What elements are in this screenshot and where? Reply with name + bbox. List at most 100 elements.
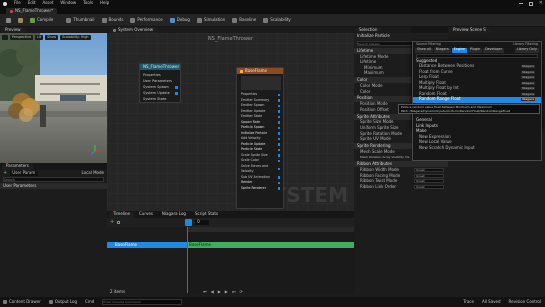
selection-title: Initialize Particle — [354, 33, 448, 40]
timeline-track-row[interactable]: BaseFlame — [107, 242, 187, 248]
skip-back-icon[interactable]: ⏮ — [203, 290, 207, 295]
viewport-menu-button[interactable] — [2, 35, 8, 40]
compile-button[interactable]: Compile — [27, 16, 56, 24]
show-button[interactable]: Show — [45, 35, 59, 40]
emitter-row-checkbox[interactable] — [277, 93, 280, 96]
emitter-node-row[interactable]: Sprite Renderer — [241, 186, 280, 192]
source-filter-tabs: Show all Niagara Engine Plugin Developer… — [413, 47, 541, 53]
emitter-row-checkbox[interactable] — [277, 159, 280, 162]
add-parameter-button[interactable]: + — [3, 170, 7, 177]
tab-script-stats[interactable]: Script Stats — [191, 212, 222, 218]
property-value[interactable]: Unset — [414, 184, 444, 189]
property-label: Maximum — [364, 70, 384, 76]
emitter-row-checkbox[interactable] — [277, 143, 280, 146]
playhead[interactable] — [187, 227, 188, 293]
emitter-row-checkbox[interactable] — [277, 132, 280, 135]
minimize-icon[interactable] — [518, 3, 523, 5]
timeline-area[interactable]: BaseFlame — [187, 227, 354, 293]
baseline-button[interactable]: Baseline — [229, 16, 259, 24]
menu-item-new-scratch-input[interactable]: New Scratch Dynamic Input — [413, 145, 541, 152]
emitter-row-checkbox[interactable] — [277, 176, 280, 179]
console-command-input[interactable] — [102, 299, 183, 305]
simulation-label: Simulation — [203, 16, 226, 22]
browse-button[interactable] — [15, 16, 26, 24]
tab-parameters[interactable]: Parameters — [2, 163, 33, 170]
menu-file[interactable]: File — [14, 1, 21, 6]
simulation-button[interactable]: Simulation — [194, 16, 228, 24]
tab-timeline[interactable]: Timeline — [109, 211, 135, 218]
perspective-button[interactable]: Perspective — [10, 35, 34, 40]
tab-preview-scene[interactable]: Preview Scene S — [449, 27, 490, 33]
property-value[interactable]: Unset — [414, 179, 444, 184]
filter-developer[interactable]: Developer — [483, 47, 505, 53]
loop-icon[interactable]: ⟳ — [239, 290, 242, 295]
dynamic-input-item[interactable]: Random Range Float Niagara — [413, 97, 541, 103]
emitter-row-checkbox[interactable] — [277, 99, 280, 102]
property-value[interactable]: Unset — [414, 168, 444, 173]
content-drawer-button[interactable]: Content Drawer — [3, 299, 41, 305]
all-saved-indicator[interactable]: All Saved — [482, 299, 501, 305]
lit-button[interactable]: Lit — [35, 35, 44, 40]
scalability-badge[interactable]: Scalability: High — [60, 35, 91, 40]
emitter-row-checkbox[interactable] — [277, 167, 280, 171]
close-icon[interactable]: ✕ — [539, 0, 543, 7]
debug-button[interactable]: Debug — [167, 16, 193, 24]
add-track-button[interactable]: + — [110, 219, 114, 226]
system-node-row[interactable]: System State — [143, 96, 177, 102]
revision-control-button[interactable]: Revision Control — [509, 299, 541, 305]
system-node-checkbox[interactable] — [175, 92, 178, 95]
library-only-toggle[interactable]: Library Only — [514, 47, 539, 53]
performance-button[interactable]: Performance — [127, 16, 165, 24]
parameter-filter-dropdown[interactable]: User Param — [10, 170, 39, 176]
property-value[interactable]: Unset — [414, 173, 444, 178]
maximize-icon[interactable] — [528, 1, 533, 6]
scalability-button[interactable]: Scalability — [260, 16, 294, 24]
emitter-row-checkbox[interactable] — [277, 154, 280, 157]
emitter-row-checkbox[interactable] — [277, 115, 280, 118]
thumbnail-button[interactable]: Thumbnail — [63, 16, 97, 24]
local-mode-toggle[interactable]: Local Mode — [81, 171, 104, 176]
emitter-row-checkbox[interactable] — [277, 104, 280, 107]
step-forward-icon[interactable]: ▶ — [225, 290, 228, 295]
system-overview-graph[interactable]: NS_FlameThrower SYSTEM NS_FlameThrower P… — [107, 33, 354, 211]
bounds-button[interactable]: Bounds — [99, 16, 127, 24]
menu-asset[interactable]: Asset — [42, 1, 53, 6]
parameters-search-input[interactable] — [3, 177, 104, 182]
emitter-node[interactable]: BaseFlame Properties Emitter Summary Emitt… — [236, 67, 284, 209]
preview-viewport[interactable]: Perspective Lit Show Scalability: High — [0, 33, 107, 163]
cmd-button[interactable]: Cmd — [85, 299, 94, 305]
trace-button[interactable]: Trace — [463, 299, 474, 305]
skip-forward-icon[interactable]: ⏭ — [232, 290, 236, 295]
property-row[interactable]: Ribbon Link Order Unset — [354, 184, 448, 190]
tab-niagara-log[interactable]: Niagara Log — [158, 212, 190, 218]
save-button[interactable] — [3, 16, 14, 24]
play-icon[interactable]: ▶ — [218, 290, 221, 295]
tab-curves[interactable]: Curves — [135, 212, 157, 218]
filter-engine[interactable]: Engine — [451, 47, 468, 53]
snap-toggle-button[interactable] — [185, 219, 193, 226]
emitter-row-checkbox[interactable] — [277, 110, 280, 113]
menu-help[interactable]: Help — [100, 1, 109, 6]
emitter-row-checkbox[interactable] — [277, 137, 280, 140]
filter-show-all[interactable]: Show all — [415, 47, 433, 53]
system-node-checkbox[interactable] — [175, 86, 178, 89]
menu-edit[interactable]: Edit — [28, 1, 36, 6]
emitter-row-checkbox[interactable] — [277, 126, 280, 129]
emitter-row-checkbox[interactable] — [277, 187, 280, 190]
system-node[interactable]: NS_FlameThrower Properties User Paramete… — [139, 63, 181, 103]
menu-tools[interactable]: Tools — [83, 1, 93, 6]
filter-icon[interactable] — [117, 221, 121, 224]
output-log-button[interactable]: Output Log — [48, 299, 77, 305]
emitter-row-checkbox[interactable] — [277, 181, 280, 184]
emitter-lifetime-bar[interactable]: BaseFlame — [187, 242, 354, 248]
emitter-row-checkbox[interactable] — [277, 148, 280, 151]
property-label: Sprite UV Mode — [360, 136, 391, 142]
step-back-icon[interactable]: ◀ — [211, 290, 214, 295]
emitter-row-checkbox[interactable] — [277, 121, 280, 124]
emitter-node-row[interactable]: Solve Forces and Velocity — [241, 164, 280, 175]
filter-plugin[interactable]: Plugin — [468, 47, 483, 53]
user-parameters-section[interactable]: User Parameters — [0, 183, 107, 190]
menu-window[interactable]: Window — [60, 1, 76, 6]
filter-niagara[interactable]: Niagara — [433, 47, 451, 53]
frame-input[interactable]: 0 — [195, 219, 210, 225]
